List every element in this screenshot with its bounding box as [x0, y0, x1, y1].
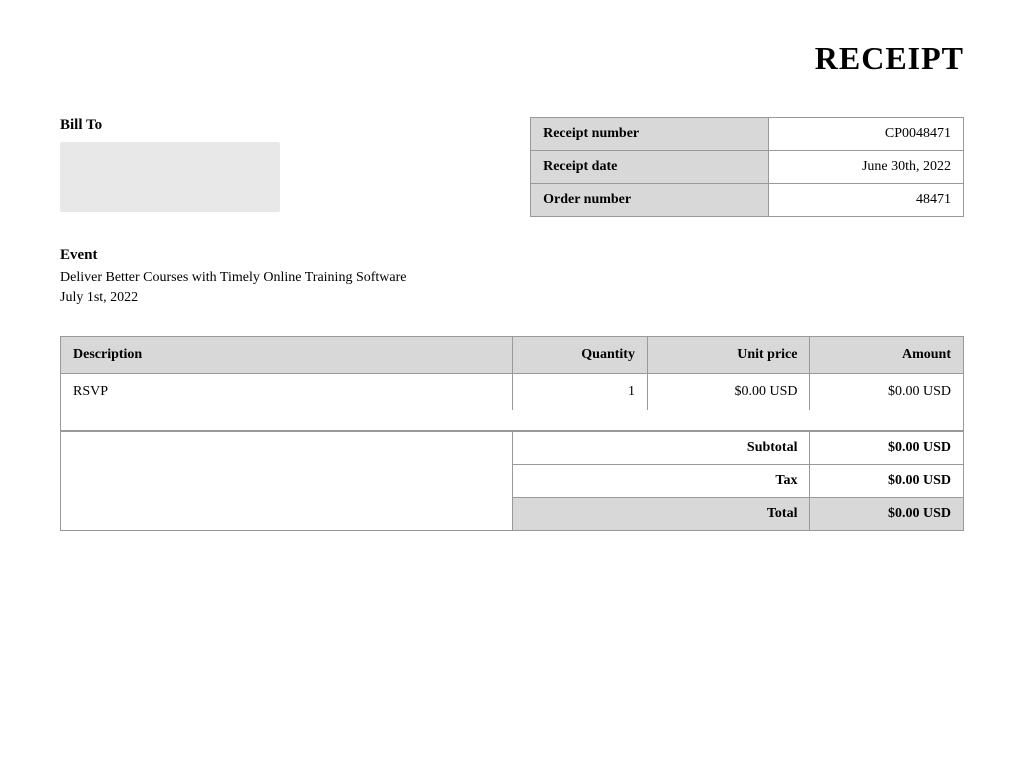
subtotal-label: Subtotal: [512, 432, 810, 465]
receipt-title: RECEIPT: [60, 40, 964, 77]
table-row: RSVP 1 $0.00 USD $0.00 USD: [61, 374, 964, 411]
event-date: July 1st, 2022: [60, 290, 964, 306]
row-unit-price: $0.00 USD: [647, 374, 810, 411]
receipt-date-row: Receipt date June 30th, 2022: [531, 151, 964, 184]
receipt-number-label: Receipt number: [531, 118, 769, 151]
summary-table: Subtotal $0.00 USD Tax $0.00 USD Total $…: [60, 431, 964, 531]
subtotal-row: Subtotal $0.00 USD: [61, 432, 964, 465]
table-header-row: Description Quantity Unit price Amount: [61, 337, 964, 374]
event-label: Event: [60, 247, 964, 264]
total-value: $0.00 USD: [810, 498, 964, 531]
items-table: Description Quantity Unit price Amount R…: [60, 336, 964, 431]
receipt-date-value: June 30th, 2022: [769, 151, 964, 184]
tax-value: $0.00 USD: [810, 465, 964, 498]
header-unit-price: Unit price: [647, 337, 810, 374]
order-number-label: Order number: [531, 184, 769, 217]
subtotal-value: $0.00 USD: [810, 432, 964, 465]
header-description: Description: [61, 337, 513, 374]
summary-left-empty: [61, 432, 513, 531]
order-number-value: 48471: [769, 184, 964, 217]
row-amount: $0.00 USD: [810, 374, 964, 411]
event-name: Deliver Better Courses with Timely Onlin…: [60, 270, 964, 286]
receipt-info-table: Receipt number CP0048471 Receipt date Ju…: [530, 117, 964, 217]
event-section: Event Deliver Better Courses with Timely…: [60, 247, 964, 306]
header-quantity: Quantity: [512, 337, 647, 374]
row-quantity: 1: [512, 374, 647, 411]
total-label: Total: [512, 498, 810, 531]
header-amount: Amount: [810, 337, 964, 374]
row-description: RSVP: [61, 374, 513, 411]
bill-to-placeholder: [60, 142, 280, 212]
bill-to-label: Bill To: [60, 117, 422, 134]
order-number-row: Order number 48471: [531, 184, 964, 217]
receipt-number-row: Receipt number CP0048471: [531, 118, 964, 151]
receipt-number-value: CP0048471: [769, 118, 964, 151]
receipt-date-label: Receipt date: [531, 151, 769, 184]
spacer-row: [61, 410, 964, 431]
tax-label: Tax: [512, 465, 810, 498]
bill-to-section: Bill To: [60, 117, 422, 212]
